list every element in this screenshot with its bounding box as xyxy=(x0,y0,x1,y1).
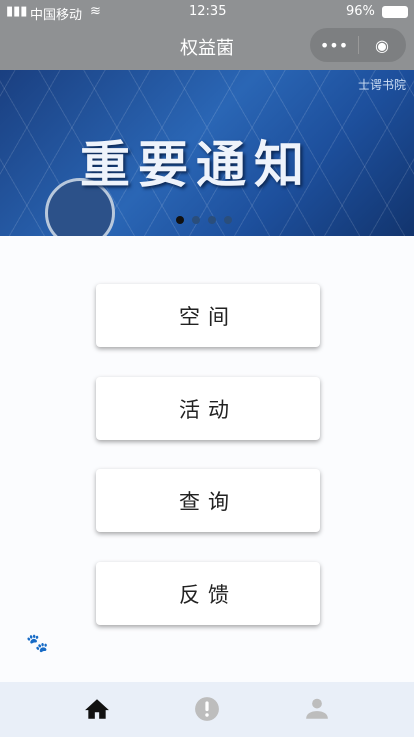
close-target-icon[interactable]: ◉ xyxy=(358,36,406,55)
alert-icon[interactable] xyxy=(194,696,220,722)
feedback-button[interactable]: 反馈 xyxy=(96,562,320,625)
status-bar: ▮▮▮ 中国移动 ≋ 12:35 96% xyxy=(0,0,414,24)
battery-percent: 96% xyxy=(346,4,375,19)
carousel-dot[interactable] xyxy=(176,216,184,224)
carrier: 中国移动 xyxy=(30,8,83,23)
capsule-divider xyxy=(358,36,359,54)
wifi-icon: ≋ xyxy=(90,4,101,19)
space-button[interactable]: 空间 xyxy=(96,284,320,347)
banner-carousel[interactable]: 士谔书院 重要通知 xyxy=(0,70,414,236)
banner-headline: 重要通知 xyxy=(80,135,312,194)
more-icon[interactable]: ••• xyxy=(310,36,358,55)
home-icon[interactable] xyxy=(84,696,110,722)
banner-logo: 士谔书院 xyxy=(357,78,406,92)
user-icon[interactable] xyxy=(304,696,330,722)
query-button[interactable]: 查询 xyxy=(96,469,320,532)
time: 12:35 xyxy=(189,4,227,19)
paw-icon[interactable]: 🐾 xyxy=(26,633,48,654)
tab-bar xyxy=(0,682,414,737)
carousel-dot[interactable] xyxy=(192,216,200,224)
battery-icon xyxy=(382,6,408,18)
carousel-dot[interactable] xyxy=(208,216,216,224)
activity-button[interactable]: 活动 xyxy=(96,377,320,440)
carousel-dot[interactable] xyxy=(224,216,232,224)
signal-icon: ▮▮▮ xyxy=(6,4,28,19)
carousel-dots xyxy=(176,216,232,224)
nav-bar: 权益菌 ••• ◉ xyxy=(0,24,414,70)
